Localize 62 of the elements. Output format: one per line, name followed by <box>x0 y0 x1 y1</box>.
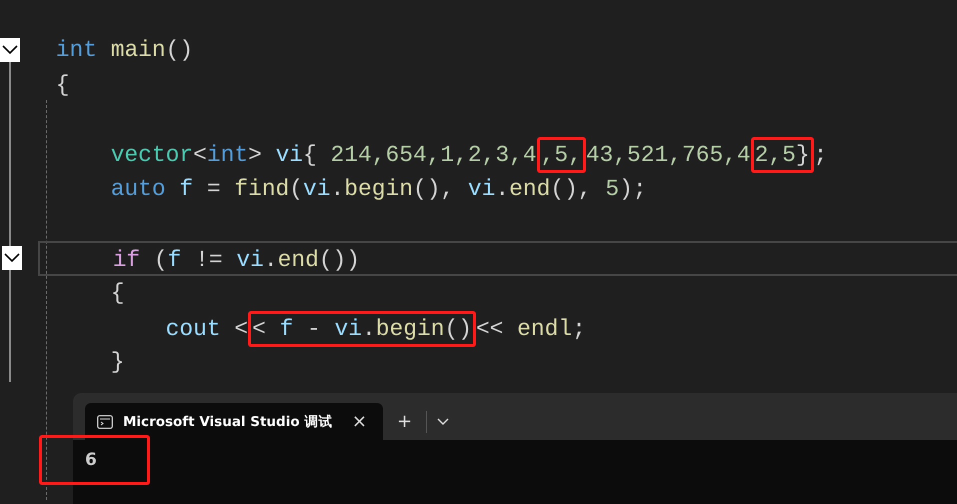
code-text: . <box>264 247 278 274</box>
function-name: begin <box>376 316 444 342</box>
code-text: (), <box>412 176 456 202</box>
function-name: begin <box>344 176 413 202</box>
identifier: f <box>178 176 194 202</box>
identifier: vi <box>236 247 264 274</box>
code-text: . <box>330 176 344 202</box>
code-text: ; <box>814 142 828 168</box>
code-text: } <box>110 349 124 376</box>
keyword: auto <box>110 176 166 202</box>
code-text: != <box>194 247 224 274</box>
number-literal: 43,521,765,4 <box>586 142 751 168</box>
collapse-icon[interactable] <box>0 38 20 62</box>
code-text: } <box>796 142 810 168</box>
code-text: << <box>476 316 504 342</box>
number-literal: 214,654,1,2,3,4 <box>330 142 537 168</box>
console-icon <box>97 414 113 428</box>
code-text: ; <box>572 316 586 342</box>
identifier: vi <box>303 176 331 202</box>
code-text: { <box>110 280 124 306</box>
code-text: ); <box>619 176 647 202</box>
type-name: vector <box>110 142 194 168</box>
function-name: end <box>278 247 319 274</box>
identifier: vi <box>274 142 304 168</box>
code-text: < <box>252 316 267 342</box>
code-text: ()) <box>318 247 360 274</box>
dropdown-icon[interactable] <box>437 418 450 426</box>
tab-title: Microsoft Visual Studio 调试 <box>123 412 334 430</box>
identifier: f <box>168 247 182 274</box>
code-text: () <box>444 316 472 342</box>
function-name: main <box>110 37 166 63</box>
code-text: (), <box>550 176 593 202</box>
number-literal: 2,5 <box>754 142 796 168</box>
function-name: end <box>509 176 550 202</box>
identifier: vi <box>468 176 496 202</box>
code-text: < <box>233 316 248 342</box>
code-text: () <box>166 37 194 63</box>
code-text: . <box>362 316 376 342</box>
code-text: ( <box>289 176 304 202</box>
close-tab-button[interactable]: × <box>348 411 371 432</box>
number-literal: ,5, <box>540 142 582 168</box>
keyword: int <box>206 142 248 168</box>
function-name: find <box>234 176 290 202</box>
code-text: < <box>193 142 207 168</box>
code-text: ( <box>152 247 168 274</box>
identifier: cout <box>166 316 221 342</box>
code-text: { <box>303 142 318 168</box>
code-text: > <box>248 142 262 168</box>
console-output: 6 <box>85 450 97 470</box>
number-literal: 5 <box>605 176 620 202</box>
code-text: - <box>306 316 322 342</box>
code-text: . <box>495 176 510 202</box>
keyword: int <box>56 37 97 63</box>
control-keyword: if <box>112 247 140 274</box>
code-text: = <box>206 176 222 202</box>
identifier: f <box>280 316 294 342</box>
function-name: endl <box>517 316 572 342</box>
terminal-tab[interactable]: Microsoft Visual Studio 调试 × <box>85 403 383 440</box>
identifier: vi <box>334 316 362 342</box>
collapse-icon[interactable] <box>2 246 22 270</box>
new-tab-button[interactable]: + <box>393 411 416 432</box>
code-text: { <box>56 72 70 98</box>
